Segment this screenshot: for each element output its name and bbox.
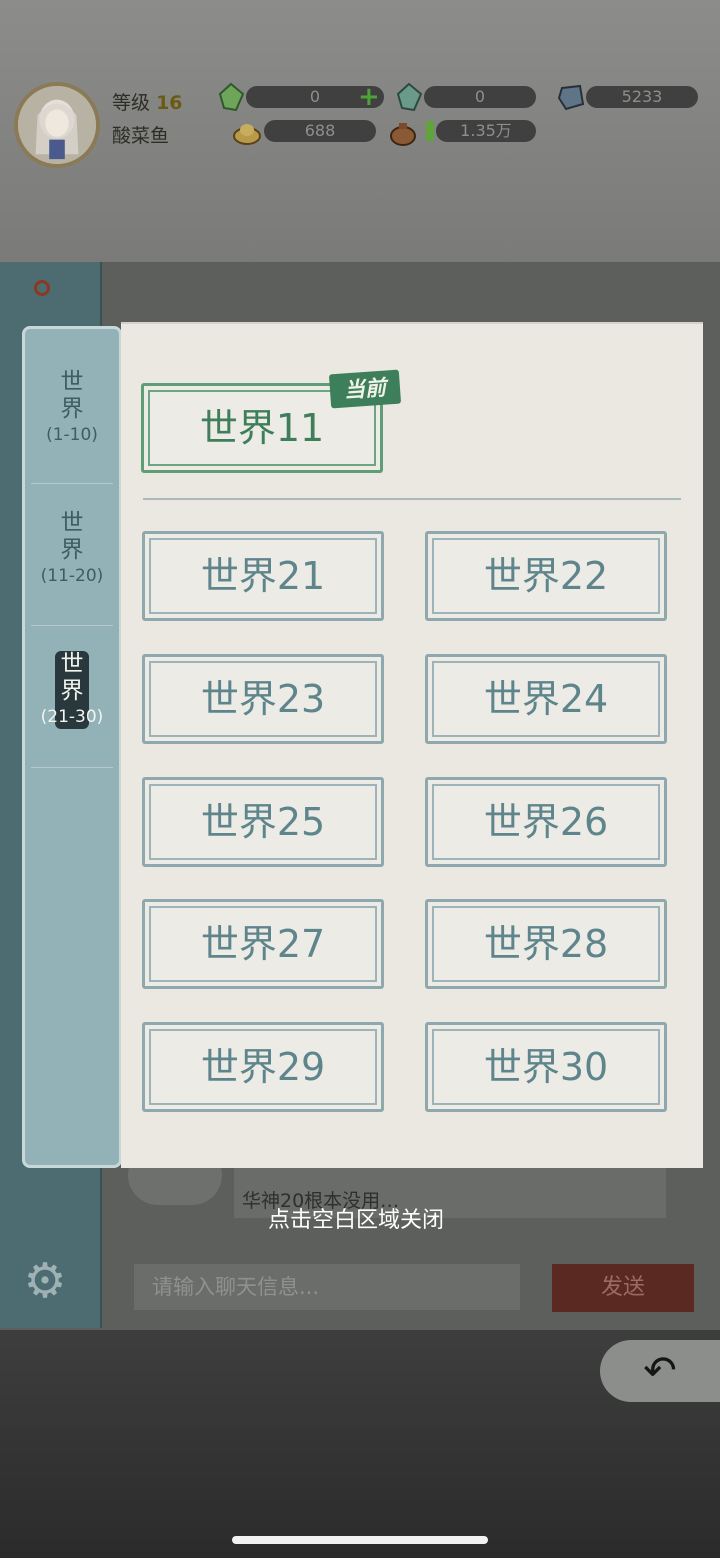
world-label: 世界21 xyxy=(200,554,326,598)
level-value: 16 xyxy=(156,92,183,114)
world-label: 世界29 xyxy=(200,1045,326,1089)
tab-name: 世界 xyxy=(60,369,84,422)
blue-gem-value: 5233 xyxy=(586,86,698,108)
blue-gem-icon xyxy=(557,84,585,111)
world-button-24[interactable]: 世界24 xyxy=(425,654,667,744)
world-label: 世界22 xyxy=(483,554,609,598)
gear-icon[interactable]: ⚙ xyxy=(18,1254,72,1308)
avatar-portrait xyxy=(18,86,96,164)
section-divider xyxy=(143,498,681,500)
world-button-21[interactable]: 世界21 xyxy=(142,531,384,621)
world-label: 世界24 xyxy=(483,677,609,721)
tab-name: 世界 xyxy=(60,651,84,704)
world-button-25[interactable]: 世界25 xyxy=(142,777,384,867)
add-crystal-button[interactable]: + xyxy=(358,84,380,110)
teal-crystal-icon xyxy=(396,82,423,112)
gold-value: 688 xyxy=(264,120,376,142)
world-label: 世界30 xyxy=(483,1045,609,1089)
tab-divider xyxy=(31,767,113,768)
green-crystal-icon xyxy=(218,82,245,112)
back-arrow-icon: ↶ xyxy=(643,1348,677,1394)
world-label: 世界23 xyxy=(200,677,326,721)
teal-crystal-value: 0 xyxy=(424,86,536,108)
tab-range: (1-10) xyxy=(46,425,98,445)
gold-ingot-icon xyxy=(233,124,261,145)
bag-icon xyxy=(390,123,416,146)
world-button-28[interactable]: 世界28 xyxy=(425,899,667,989)
knot-icon xyxy=(34,280,50,296)
bag-value: 1.35万 xyxy=(436,120,536,142)
tab-world-21-30[interactable]: 世界 (21-30) xyxy=(25,639,119,780)
tab-world-11-20[interactable]: 世界 (11-20) xyxy=(25,510,119,651)
home-indicator[interactable] xyxy=(232,1536,488,1544)
player-name: 酸菜鱼 xyxy=(112,125,170,147)
player-avatar[interactable] xyxy=(14,82,100,168)
tab-range: (11-20) xyxy=(40,566,104,586)
back-button[interactable]: ↶ xyxy=(600,1340,720,1402)
tab-divider xyxy=(31,483,113,484)
close-hint[interactable]: 点击空白区域关闭 xyxy=(0,1202,712,1234)
tab-world-1-10[interactable]: 世界 (1-10) xyxy=(25,369,119,510)
world-button-23[interactable]: 世界23 xyxy=(142,654,384,744)
world-button-29[interactable]: 世界29 xyxy=(142,1022,384,1112)
tab-divider xyxy=(31,625,113,626)
level-label: 等级 xyxy=(112,92,151,114)
bag-progress-marker xyxy=(426,121,434,141)
world-button-22[interactable]: 世界22 xyxy=(425,531,667,621)
tab-range: (21-30) xyxy=(40,707,104,727)
chat-input[interactable]: 请输入聊天信息... xyxy=(134,1264,520,1310)
send-button[interactable]: 发送 xyxy=(552,1264,694,1312)
world-button-27[interactable]: 世界27 xyxy=(142,899,384,989)
world-label: 世界28 xyxy=(483,922,609,966)
world-button-30[interactable]: 世界30 xyxy=(425,1022,667,1112)
world-label: 世界25 xyxy=(200,800,326,844)
tab-name: 世界 xyxy=(60,510,84,563)
world-range-tabs: 世界 (1-10) 世界 (11-20) 世界 (21-30) xyxy=(22,326,122,1168)
world-button-26[interactable]: 世界26 xyxy=(425,777,667,867)
world-label: 世界27 xyxy=(200,922,326,966)
level-text: 等级 16 xyxy=(112,88,183,115)
world-label: 世界26 xyxy=(483,800,609,844)
current-badge: 当前 xyxy=(328,369,402,409)
